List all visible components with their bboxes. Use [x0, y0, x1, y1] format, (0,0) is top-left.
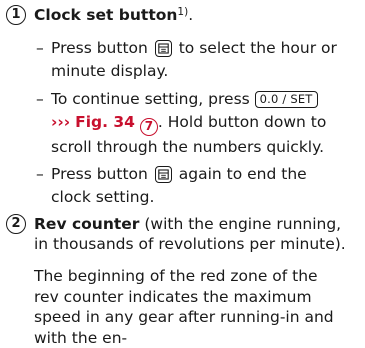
item-heading: Clock set button1). [34, 5, 193, 25]
bullet-dash: – [36, 39, 44, 57]
item-number-badge: 2 [6, 214, 26, 234]
display-mode-button-icon [154, 40, 172, 57]
bullet-text: Press button [51, 165, 148, 183]
bullet-end-setting: – Press button again to end the clock se… [36, 163, 341, 208]
bullet-dash: – [36, 165, 44, 183]
bullet-dash: – [36, 90, 44, 108]
bullet-select-display: – Press button to select the hour or min… [36, 37, 341, 82]
bullet-continue-setting: – To continue setting, press 0.0 / SET ››… [36, 88, 341, 158]
bullet-text: To continue setting, press [51, 90, 250, 108]
item-title: Rev counter [34, 215, 140, 233]
item-number-badge: 1 [6, 5, 26, 25]
set-key-label: 0.0 / SET [254, 91, 318, 108]
manual-page: 1 Clock set button1). – Press button to … [0, 0, 365, 347]
figure-callout-number: 7 [139, 117, 158, 136]
item-title-period: . [188, 6, 194, 24]
figure-reference-arrow: ››› [51, 112, 71, 131]
item-title: Clock set button [34, 6, 178, 24]
figure-reference-link[interactable]: Fig. 34 [75, 113, 135, 131]
rev-counter-paragraph: The beginning of the red zone of the rev… [34, 267, 334, 347]
display-mode-button-icon [154, 166, 172, 183]
footnote-marker: 1) [177, 6, 189, 18]
bullet-text: Press button [51, 39, 148, 57]
